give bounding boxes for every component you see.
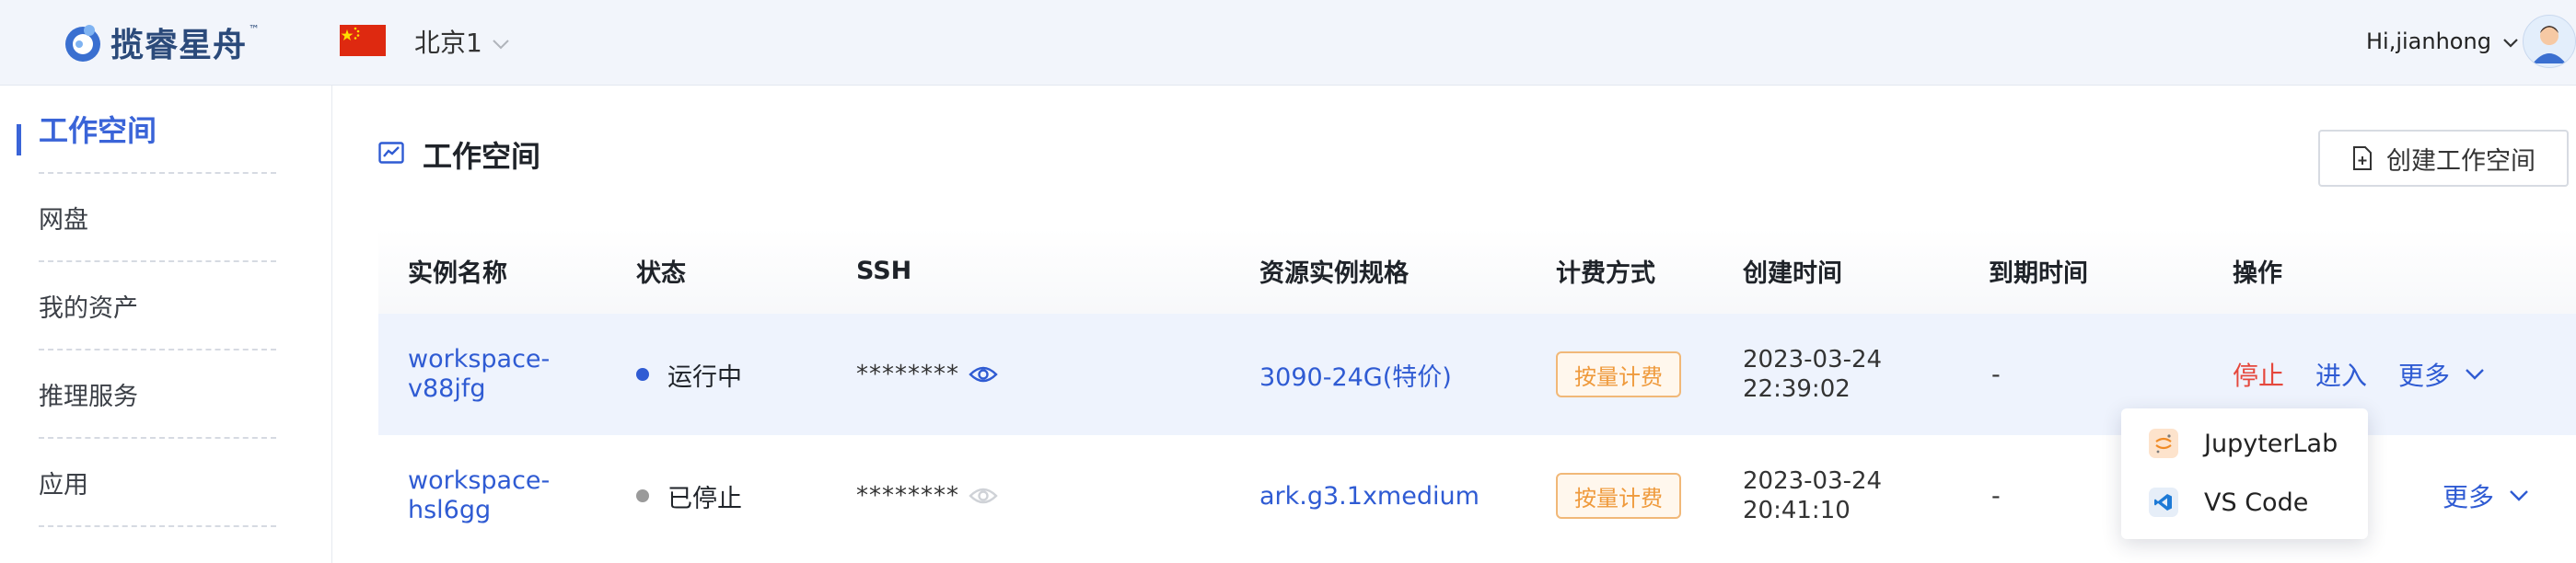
- ssh-cell: ********: [856, 314, 998, 435]
- column-header: 操作: [2233, 259, 2282, 288]
- billing-badge: 按量计费: [1556, 473, 1681, 519]
- menu-item-label: VS Code: [2204, 488, 2309, 517]
- region-selector[interactable]: 北京1: [414, 23, 510, 60]
- ssh-masked: ********: [856, 482, 959, 510]
- chevron-down-icon: [2466, 369, 2484, 380]
- top-header: 揽睿星舟 ™ 北京1 Hi,jianhong: [0, 0, 2576, 86]
- page-title-text: 工作空间: [423, 139, 541, 174]
- sidebar-item-assets[interactable]: 我的资产: [39, 262, 276, 350]
- column-header: 状态: [636, 259, 686, 288]
- status-cell: 已停止: [636, 435, 742, 557]
- chart-line-icon: [378, 142, 404, 167]
- expire-cell: -: [1991, 360, 2001, 389]
- instance-name-part: hsl6gg: [408, 496, 492, 524]
- trademark: ™: [249, 23, 261, 36]
- status-cell: 运行中: [636, 314, 742, 435]
- billing-cell: 按量计费: [1556, 314, 1681, 435]
- user-menu[interactable]: Hi,jianhong: [2366, 23, 2519, 60]
- file-add-icon: [2353, 146, 2372, 170]
- ssh-masked: ********: [856, 361, 959, 388]
- more-label: 更多: [2398, 361, 2451, 391]
- sidebar-item-apps[interactable]: 应用: [39, 439, 276, 527]
- expire-cell: -: [1991, 481, 2001, 511]
- sidebar-item-label: 我的资产: [39, 293, 138, 323]
- sidebar-item-workspace[interactable]: 工作空间: [39, 86, 276, 174]
- column-header: 创建时间: [1743, 259, 1842, 288]
- instance-name-link[interactable]: workspace- hsl6gg: [408, 435, 550, 557]
- status-text: 已停止: [667, 484, 742, 513]
- billing-badge: 按量计费: [1556, 351, 1681, 397]
- create-workspace-label: 创建工作空间: [2386, 146, 2535, 176]
- status-text: 运行中: [667, 362, 742, 392]
- column-header: 到期时间: [1989, 259, 2088, 288]
- column-header: 计费方式: [1556, 259, 1655, 288]
- region-label: 北京1: [414, 28, 482, 58]
- spec-link[interactable]: ark.g3.1xmedium: [1259, 435, 1479, 557]
- page-title: 工作空间: [378, 133, 540, 176]
- user-greeting: Hi,jianhong: [2366, 29, 2491, 54]
- enter-button[interactable]: 进入: [2315, 356, 2367, 393]
- logo-icon: [61, 20, 105, 64]
- sidebar: 工作空间 网盘 我的资产 推理服务 应用: [0, 86, 332, 563]
- created-time-cell: 2023-03-24 22:39:02: [1743, 314, 1882, 435]
- status-dot-stopped: [636, 489, 649, 502]
- sidebar-item-label: 推理服务: [39, 382, 138, 411]
- table-header: 实例名称 状态 SSH 资源实例规格 计费方式 创建时间 到期时间 操作: [378, 228, 2576, 314]
- menu-item-label: JupyterLab: [2204, 429, 2338, 458]
- instance-name-link[interactable]: workspace- v88jfg: [408, 314, 550, 435]
- more-button[interactable]: 更多: [2443, 477, 2529, 514]
- logo[interactable]: 揽睿星舟 ™: [61, 17, 260, 68]
- created-time-cell: 2023-03-24 20:41:10: [1743, 435, 1882, 557]
- chevron-down-icon: [2502, 29, 2519, 54]
- chevron-down-icon: [2510, 490, 2528, 501]
- created-date: 2023-03-24: [1743, 346, 1883, 373]
- column-header: SSH: [856, 257, 912, 285]
- jupyter-icon: [2149, 429, 2178, 458]
- chevron-down-icon: [492, 27, 510, 57]
- sidebar-item-label: 应用: [39, 470, 88, 500]
- sidebar-item-netdisk[interactable]: 网盘: [39, 174, 276, 262]
- billing-cell: 按量计费: [1556, 435, 1681, 557]
- created-time: 22:39:02: [1743, 375, 1851, 403]
- sidebar-item-label: 网盘: [39, 205, 88, 235]
- status-dot-running: [636, 368, 649, 381]
- created-time: 20:41:10: [1743, 497, 1851, 524]
- spec-link[interactable]: 3090-24G(特价): [1259, 314, 1452, 435]
- china-flag-icon: [340, 25, 386, 56]
- instance-name-part: workspace-: [408, 466, 551, 495]
- instance-name-part: v88jfg: [408, 374, 486, 403]
- created-date: 2023-03-24: [1743, 467, 1883, 495]
- more-button[interactable]: 更多: [2398, 356, 2485, 393]
- column-header: 资源实例规格: [1259, 259, 1409, 288]
- sidebar-item-inference[interactable]: 推理服务: [39, 350, 276, 439]
- active-indicator: [17, 124, 21, 155]
- eye-icon[interactable]: [969, 364, 998, 385]
- avatar[interactable]: [2523, 15, 2576, 68]
- create-workspace-button[interactable]: 创建工作空间: [2318, 130, 2569, 187]
- instance-name-part: workspace-: [408, 345, 551, 373]
- ssh-cell: ********: [856, 435, 998, 557]
- vscode-icon: [2149, 488, 2178, 517]
- more-label: 更多: [2443, 482, 2495, 512]
- more-dropdown-menu: JupyterLab VS Code: [2121, 408, 2368, 539]
- eye-icon[interactable]: [969, 486, 998, 506]
- menu-item-vscode[interactable]: VS Code: [2149, 477, 2308, 528]
- column-header: 实例名称: [408, 259, 507, 288]
- menu-item-jupyterlab[interactable]: JupyterLab: [2149, 418, 2338, 469]
- sidebar-item-label: 工作空间: [39, 113, 157, 148]
- actions-cell: 更多: [2443, 435, 2529, 557]
- stop-button[interactable]: 停止: [2233, 356, 2284, 393]
- logo-text: 揽睿星舟: [110, 27, 248, 64]
